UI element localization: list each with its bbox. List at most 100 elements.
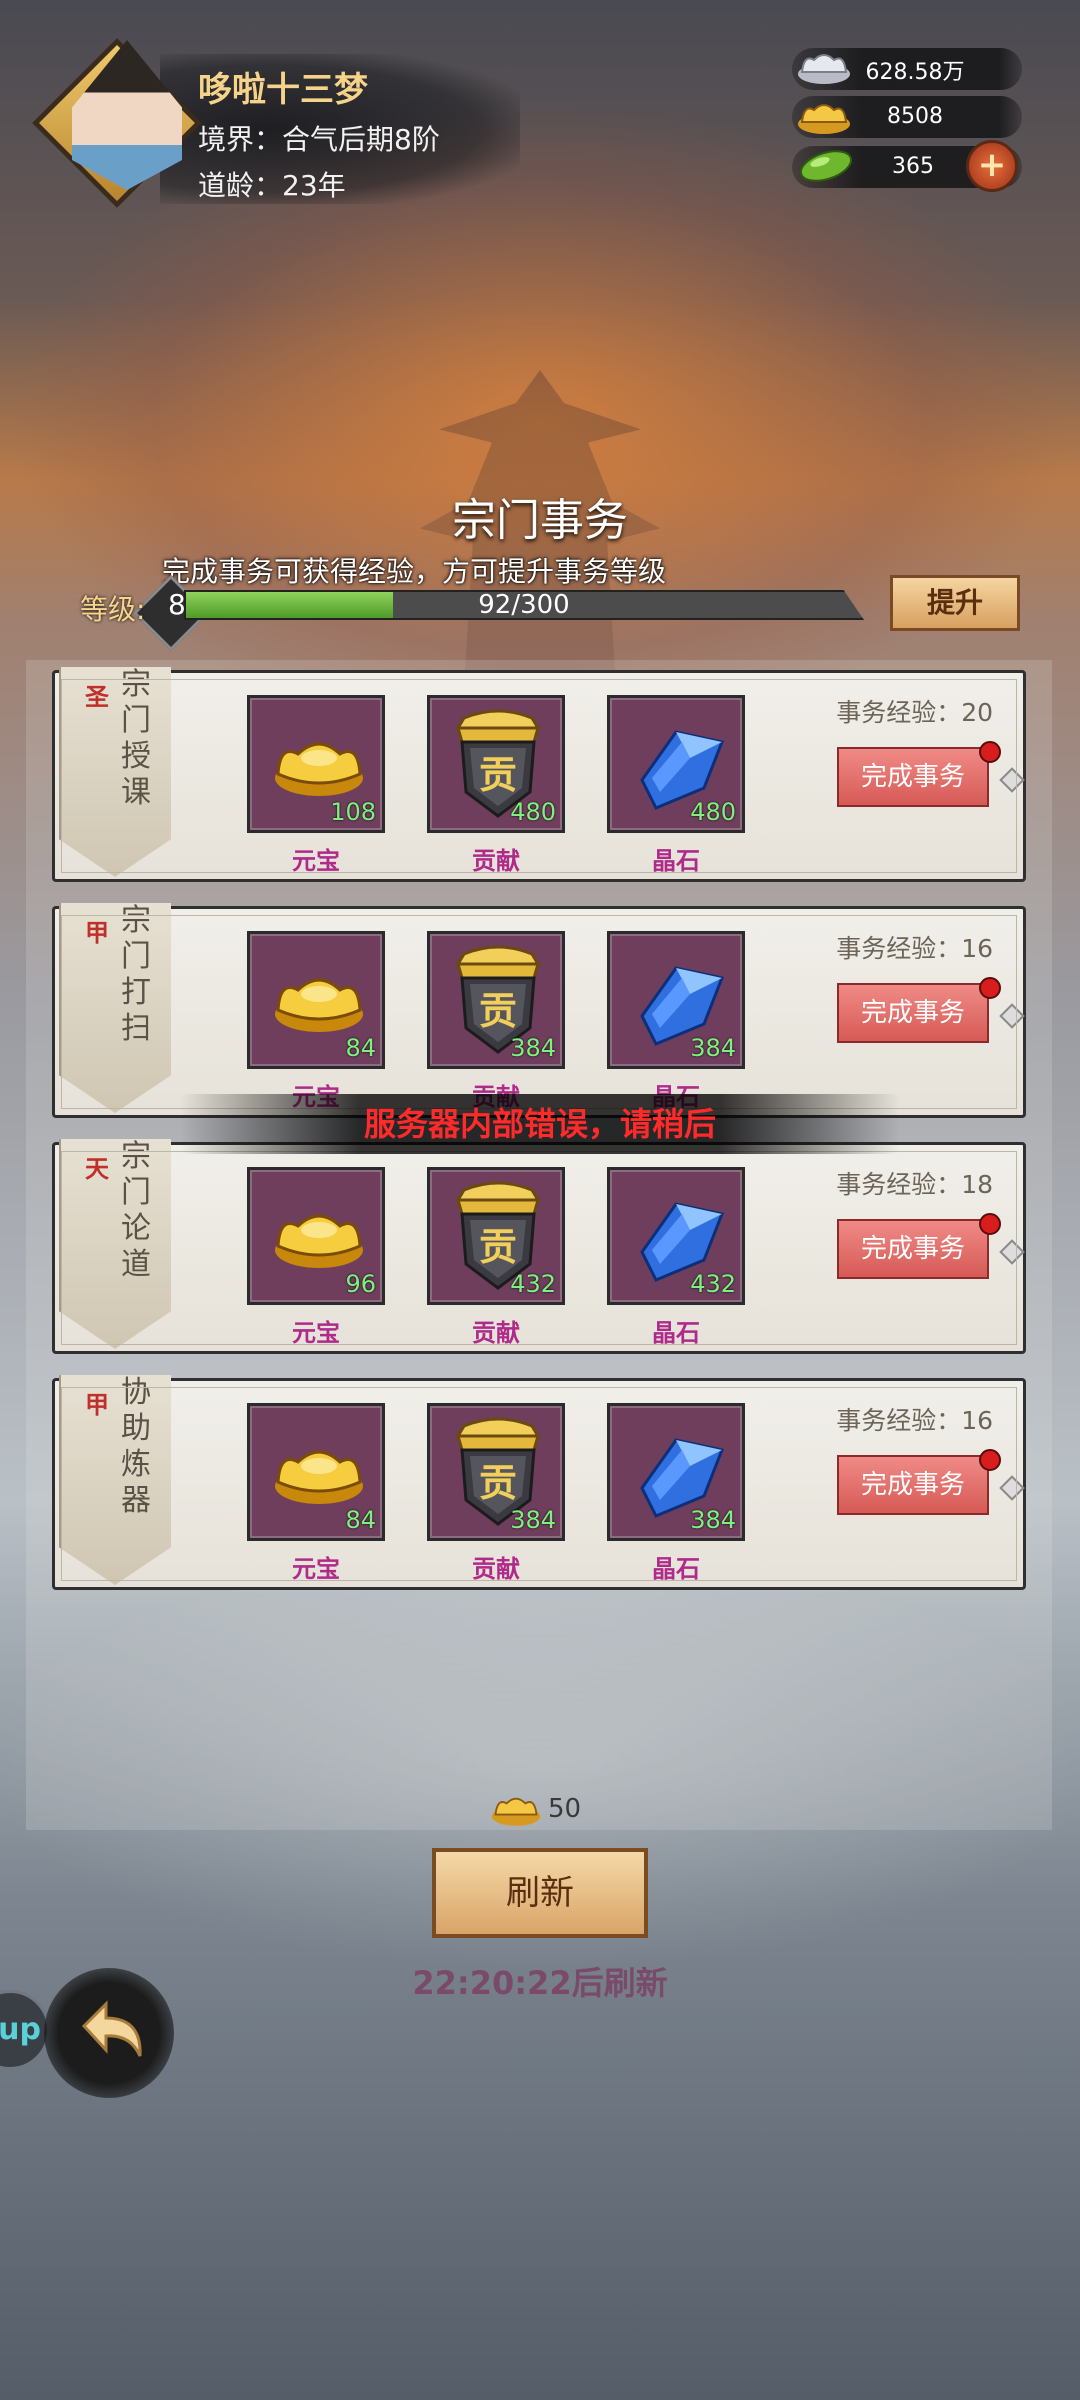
contribution-badge-icon: 贡 — [455, 1417, 541, 1526]
gold-ingot-icon — [275, 742, 363, 796]
complete-task-button[interactable]: 完成事务 — [837, 1455, 989, 1515]
task-banner: 甲协助炼器 — [59, 1375, 171, 1585]
reward-amount: 96 — [345, 1270, 376, 1298]
reward-name: 元宝 — [292, 847, 340, 875]
reward-box: 84 — [247, 931, 385, 1069]
gold-ingot-icon — [275, 1214, 363, 1268]
reward-name: 晶石 — [652, 1555, 700, 1583]
reward-item[interactable]: 384 晶石 — [607, 1403, 747, 1583]
crystal-icon — [640, 1202, 725, 1282]
task-grade: 甲 — [85, 919, 109, 947]
level-label: 等级: — [80, 593, 146, 626]
reward-box: 贡 432 — [427, 1167, 565, 1305]
reward-name: 贡献 — [472, 847, 520, 875]
task-name: 宗门授课 — [121, 667, 151, 810]
reward-item[interactable]: 84元宝 — [247, 931, 387, 1111]
reward-amount: 432 — [510, 1270, 556, 1298]
reward-box: 84 — [247, 1403, 385, 1541]
complete-task-button[interactable]: 完成事务 — [837, 983, 989, 1043]
reward-amount: 384 — [690, 1506, 736, 1534]
reward-amount: 432 — [690, 1270, 736, 1298]
gold-ingot-icon — [275, 1450, 363, 1504]
card-side-diamond — [999, 1475, 1025, 1501]
task-banner: 甲宗门打扫 — [59, 903, 171, 1113]
task-banner: 天宗门论道 — [59, 1139, 171, 1349]
reward-amount: 480 — [510, 798, 556, 826]
add-currency-button[interactable]: + — [966, 140, 1018, 192]
card-side-diamond — [999, 767, 1025, 793]
reward-item[interactable]: 贡 480 贡献 — [427, 695, 567, 875]
page-title: 宗门事务 — [452, 495, 628, 546]
badge-char: 贡 — [479, 989, 517, 1033]
reward-box: 384 — [607, 931, 745, 1069]
reward-box: 108 — [247, 695, 385, 833]
notification-dot — [979, 1213, 1001, 1235]
level-progress-text: 92/300 — [478, 590, 570, 620]
task-grade: 甲 — [85, 1391, 109, 1419]
back-arrow-icon — [81, 2000, 142, 2057]
crystal-icon — [640, 966, 725, 1046]
refresh-cost: 50 — [548, 1794, 582, 1824]
reward-item[interactable]: 480 晶石 — [607, 695, 747, 875]
reward-box: 贡 480 — [427, 695, 565, 833]
reward-box: 贡 384 — [427, 1403, 565, 1541]
task-card: 圣宗门授课 108 元宝贡 480 贡献 480 晶石 事务经验：20 完成事务 — [52, 667, 1026, 882]
reward-item[interactable]: 384晶石 — [607, 931, 747, 1111]
reward-item[interactable]: 108 元宝 — [247, 695, 387, 875]
notification-dot — [979, 1449, 1001, 1471]
reward-item[interactable]: 84元宝 — [247, 1403, 387, 1583]
task-banner: 圣宗门授课 — [59, 667, 171, 877]
back-button[interactable] — [44, 1968, 174, 2098]
task-name: 宗门打扫 — [121, 903, 151, 1046]
refresh-cost-gold-icon — [491, 1797, 541, 1826]
reward-box: 480 — [607, 695, 745, 833]
task-grade: 天 — [85, 1155, 109, 1183]
reward-amount: 384 — [510, 1506, 556, 1534]
reward-name: 贡献 — [472, 1319, 520, 1347]
level-value: 8 — [168, 588, 186, 621]
currency-silver-value: 628.58万 — [865, 60, 965, 85]
reward-amount: 84 — [345, 1506, 376, 1534]
reward-box: 432 — [607, 1167, 745, 1305]
reward-amount: 384 — [690, 1034, 736, 1062]
crystal-icon — [640, 730, 725, 810]
player-age: 道龄：23年 — [198, 169, 346, 202]
contribution-badge-icon: 贡 — [455, 709, 541, 818]
task-grade: 圣 — [85, 683, 109, 711]
upgrade-button[interactable]: 提升 — [890, 575, 1020, 631]
reward-box: 384 — [607, 1403, 745, 1541]
reward-item[interactable]: 96 元宝 — [247, 1167, 387, 1347]
reward-name: 晶石 — [652, 847, 700, 875]
reward-box: 96 — [247, 1167, 385, 1305]
card-side-diamond — [999, 1003, 1025, 1029]
reward-name: 贡献 — [472, 1555, 520, 1583]
reward-item[interactable]: 贡384 贡献 — [427, 1403, 567, 1583]
reward-amount: 384 — [510, 1034, 556, 1062]
reward-amount: 84 — [345, 1034, 376, 1062]
player-realm: 境界：合气后期8阶 — [198, 123, 440, 156]
notification-dot — [979, 741, 1001, 763]
level-row: 92/300 等级: 8 — [80, 574, 870, 652]
task-name: 宗门论道 — [121, 1139, 151, 1282]
reward-item[interactable]: 贡384贡献 — [427, 931, 567, 1111]
task-exp: 事务经验：18 — [836, 1170, 993, 1199]
currency-gold-value: 8508 — [887, 104, 943, 129]
task-exp: 事务经验：16 — [836, 1406, 993, 1435]
reward-name: 晶石 — [652, 1319, 700, 1347]
refresh-button[interactable]: 刷新 — [432, 1848, 648, 1938]
task-card: 甲协助炼器 84 元宝贡 384 贡献 384 晶石 事务经验：16 完成事务 — [52, 1375, 1026, 1590]
reward-item[interactable]: 贡 432 贡献 — [427, 1167, 567, 1347]
task-name: 协助炼器 — [121, 1375, 151, 1518]
card-side-diamond — [999, 1239, 1025, 1265]
task-card: 甲宗门打扫 84元宝贡384贡献 384晶石 事务经验：16 完成事务 — [52, 903, 1026, 1118]
complete-task-button[interactable]: 完成事务 — [837, 1219, 989, 1279]
reward-box: 贡 384 — [427, 931, 565, 1069]
notification-dot — [979, 977, 1001, 999]
gold-ingot-icon — [275, 978, 363, 1032]
crystal-icon — [640, 1438, 725, 1518]
reward-amount: 108 — [330, 798, 376, 826]
reward-name: 元宝 — [292, 1555, 340, 1583]
contribution-badge-icon: 贡 — [455, 1181, 541, 1290]
reward-item[interactable]: 432 晶石 — [607, 1167, 747, 1347]
complete-task-button[interactable]: 完成事务 — [837, 747, 989, 807]
